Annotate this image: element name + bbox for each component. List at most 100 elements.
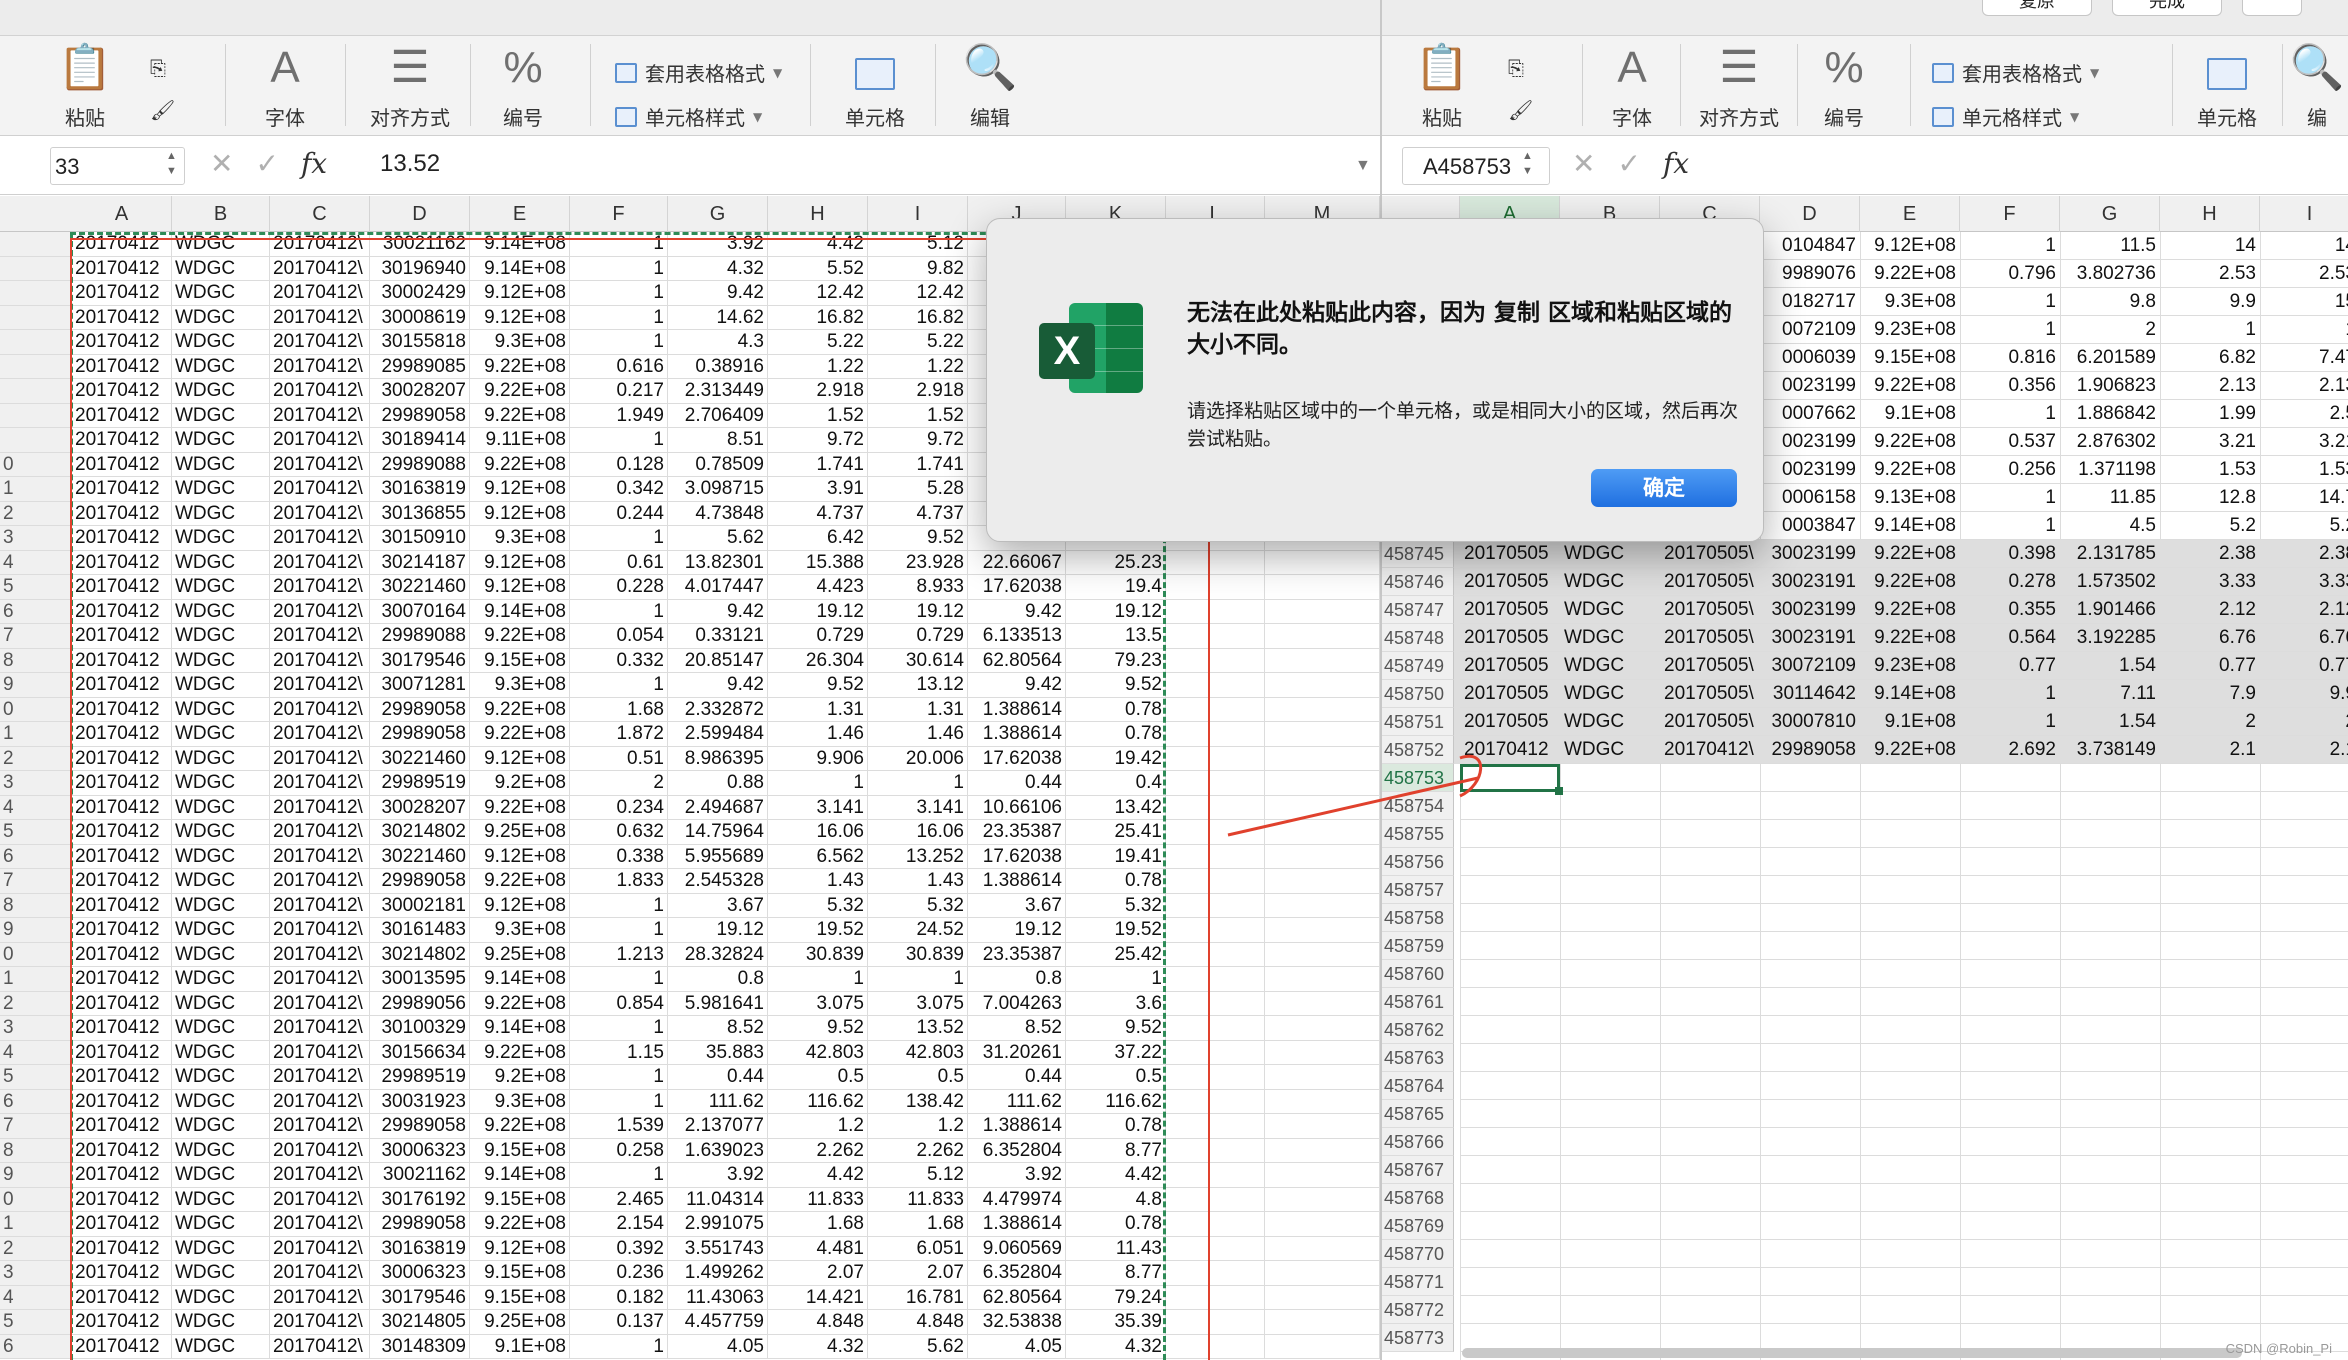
cell-A[interactable]: 20170412 [72,550,172,575]
cell-A[interactable]: 20170412 [72,232,172,257]
cell-B[interactable]: WDGC [1560,652,1660,680]
cell-L[interactable] [1166,1016,1265,1041]
cell-H[interactable]: 4.42 [768,1163,868,1188]
cell-I[interactable]: 8.933 [868,575,968,600]
cell-J[interactable]: 7.004263 [968,991,1066,1016]
cell-F[interactable]: 0.616 [570,354,668,379]
cell-B[interactable]: WDGC [1560,708,1660,736]
cell-C[interactable]: 20170412\ [270,599,370,624]
cell-H[interactable]: 1.741 [768,452,868,477]
cell-I[interactable]: 15 [2260,288,2348,316]
row-number[interactable]: 458759 [1382,932,1454,960]
row-number[interactable]: 3 [0,1261,72,1286]
cell-E[interactable]: 9.22E+08 [470,354,570,379]
cell-L[interactable] [1166,697,1265,722]
cell-G[interactable]: 0.33121 [668,624,768,649]
cell-I[interactable]: 3.33 [2260,568,2348,596]
cell-M[interactable] [1265,820,1380,845]
cell-J[interactable]: 6.352804 [968,1261,1066,1286]
cell-C[interactable]: 20170412\ [270,1065,370,1090]
row-number[interactable]: 458753 [1382,764,1454,792]
cell-M[interactable] [1265,1261,1380,1286]
cell-C[interactable]: 20170412\ [270,942,370,967]
cell-A[interactable]: 20170412 [72,477,172,502]
cell-C[interactable]: 20170412\ [270,575,370,600]
cell-F[interactable]: 1 [570,232,668,257]
cell-F[interactable]: 0.61 [570,550,668,575]
cell-E[interactable]: 9.3E+08 [470,918,570,943]
cell-C[interactable]: 20170412\ [270,1040,370,1065]
cell-L[interactable] [1166,844,1265,869]
done-button[interactable]: 完成 [2112,0,2222,16]
cell-I[interactable]: 1.22 [868,354,968,379]
cell-G[interactable]: 0.88 [668,771,768,796]
cell-F[interactable]: 0.244 [570,501,668,526]
cell-K[interactable]: 0.78 [1066,1212,1166,1237]
cell-E[interactable]: 9.22E+08 [470,379,570,404]
cell-I[interactable]: 16.82 [868,305,968,330]
cell-D[interactable]: 30013595 [370,967,470,992]
row-number[interactable]: 458764 [1382,1072,1454,1100]
cell-F[interactable]: 1.15 [570,1040,668,1065]
cell-G[interactable]: 3.551743 [668,1236,768,1261]
trash-icon[interactable] [2242,0,2302,16]
row-number[interactable]: 458768 [1382,1184,1454,1212]
cell-D[interactable]: 30071281 [370,673,470,698]
cell-C[interactable]: 20170412\ [270,967,370,992]
cell-J[interactable]: 1.388614 [968,1212,1066,1237]
cell-F[interactable]: 0.632 [570,820,668,845]
cell-D[interactable]: 30214802 [370,820,470,845]
cell-G[interactable]: 2 [2060,316,2160,344]
cell-F[interactable]: 0.338 [570,844,668,869]
cell-K[interactable]: 19.52 [1066,918,1166,943]
cell-E[interactable]: 9.22E+08 [470,403,570,428]
row-number[interactable]: 3 [0,771,72,796]
cell-K[interactable]: 0.5 [1066,1065,1166,1090]
cell-G[interactable]: 4.017447 [668,575,768,600]
cell-G[interactable]: 3.802736 [2060,260,2160,288]
row-number[interactable]: 0 [0,452,72,477]
row-number[interactable]: 458757 [1382,876,1454,904]
row-number[interactable]: 1 [0,722,72,747]
cell-B[interactable]: WDGC [172,918,270,943]
cell-F[interactable]: 0.564 [1960,624,2060,652]
cell-K[interactable]: 4.32 [1066,1334,1166,1359]
cell-K[interactable]: 13.42 [1066,795,1166,820]
cell-E[interactable]: 9.14E+08 [470,1163,570,1188]
fx-icon[interactable]: fx [1663,147,1689,180]
row-number[interactable]: 4 [0,1040,72,1065]
cell-J[interactable]: 17.62038 [968,575,1066,600]
cell-F[interactable]: 1 [1960,232,2060,260]
cell-J[interactable]: 1.388614 [968,697,1066,722]
cell-F[interactable]: 1.833 [570,869,668,894]
row-number[interactable]: 9 [0,1163,72,1188]
cell-F[interactable]: 1 [570,918,668,943]
row-number[interactable]: 5 [0,1310,72,1335]
cell-G[interactable]: 2.706409 [668,403,768,428]
active-cell-selection[interactable] [1460,764,1563,795]
cell-E[interactable]: 9.25E+08 [470,942,570,967]
cell-B[interactable]: WDGC [172,1310,270,1335]
cell-D[interactable]: 9989076 [1760,260,1860,288]
cell-F[interactable]: 1 [570,428,668,453]
column-header-I[interactable]: I [2260,196,2348,232]
cell-B[interactable]: WDGC [172,820,270,845]
cell-E[interactable]: 9.15E+08 [1860,344,1960,372]
cell-C[interactable]: 20170412\ [270,820,370,845]
row-number[interactable]: 6 [0,599,72,624]
cell-C[interactable]: 20170412\ [270,697,370,722]
cell-I[interactable]: 5.62 [868,1334,968,1359]
cell-I[interactable]: 11.833 [868,1187,968,1212]
cell-M[interactable] [1265,991,1380,1016]
cell-E[interactable]: 9.23E+08 [1860,316,1960,344]
cell-K[interactable]: 4.8 [1066,1187,1166,1212]
cell-H[interactable]: 4.42 [768,232,868,257]
cell-K[interactable]: 116.62 [1066,1089,1166,1114]
cell-E[interactable]: 9.22E+08 [470,869,570,894]
cell-K[interactable]: 1 [1066,967,1166,992]
cell-B[interactable]: WDGC [172,746,270,771]
cell-D[interactable]: 0104847 [1760,232,1860,260]
cell-J[interactable]: 22.66067 [968,550,1066,575]
cell-G[interactable]: 2.991075 [668,1212,768,1237]
column-header-F[interactable]: F [570,196,668,232]
